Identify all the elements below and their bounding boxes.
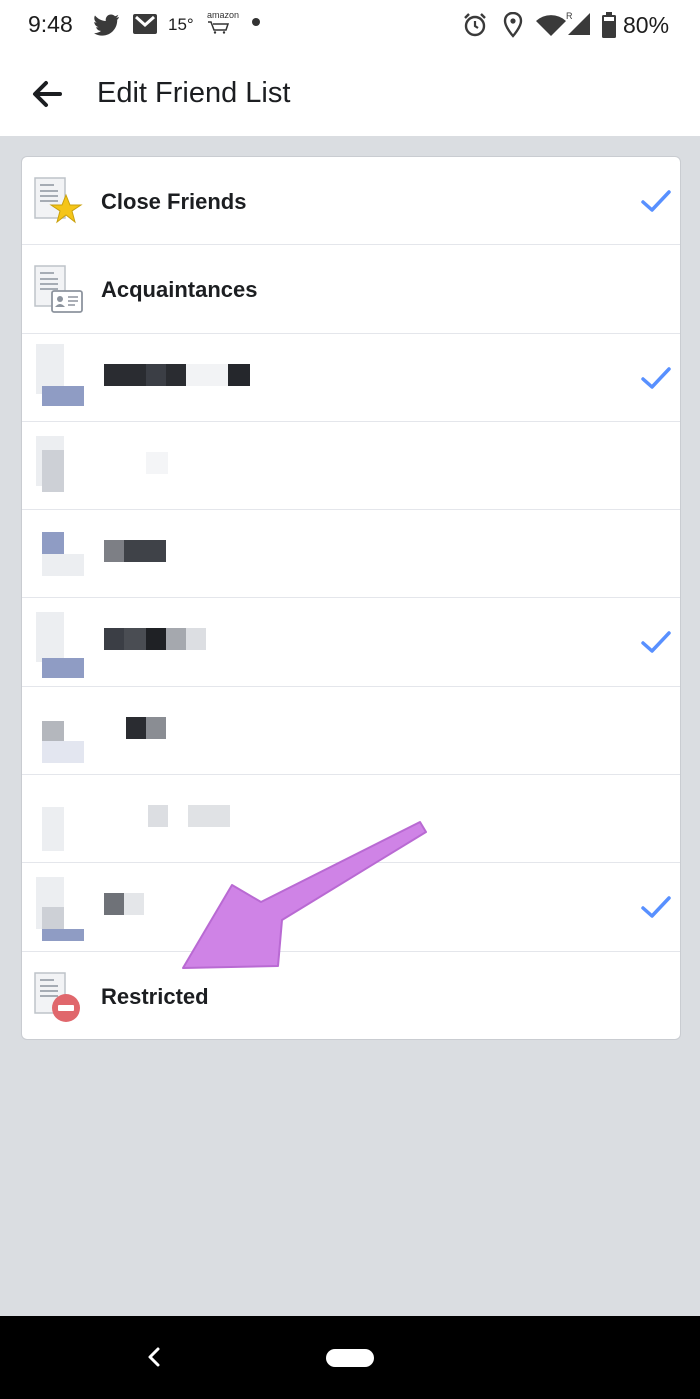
nav-home-pill[interactable] — [326, 1349, 374, 1367]
wifi-icon — [536, 15, 566, 36]
redacted-label — [126, 716, 166, 739]
checkmark-icon — [641, 366, 671, 389]
location-icon — [503, 12, 523, 38]
list-item-label: Restricted — [101, 983, 209, 1009]
list-item-redacted[interactable] — [22, 510, 680, 599]
list-icon — [42, 532, 64, 555]
battery-percent: 80% — [623, 12, 670, 38]
gmail-icon — [133, 14, 157, 34]
nav-back-icon[interactable] — [140, 1340, 168, 1374]
status-time: 9:48 — [28, 11, 73, 37]
list-item-restricted[interactable]: Restricted — [22, 952, 680, 1039]
list-icon — [36, 612, 64, 663]
redacted-label — [104, 363, 250, 386]
status-bar: 9:48 15° amazon R 80% — [0, 0, 700, 52]
checkmark-icon — [641, 190, 671, 212]
redacted-label — [104, 628, 206, 651]
list-item-redacted[interactable] — [22, 334, 680, 422]
redacted-label — [104, 540, 166, 563]
twitter-icon — [94, 14, 119, 36]
checkmark-icon — [641, 896, 671, 919]
redacted-label — [146, 451, 168, 474]
close-friends-star-icon — [34, 177, 83, 224]
list-item-close-friends[interactable]: Close Friends — [22, 157, 680, 246]
alarm-icon — [464, 13, 486, 37]
app-bar: Edit Friend List — [0, 52, 700, 136]
redacted-label — [148, 805, 230, 828]
system-nav-bar — [0, 1316, 700, 1399]
list-icon — [42, 720, 64, 741]
list-item-redacted[interactable] — [22, 775, 680, 864]
list-item-acquaintances[interactable]: Acquaintances — [22, 245, 680, 334]
list-item-redacted[interactable] — [22, 422, 680, 511]
friend-list-card: Close Friends Acquaintances Restricted — [21, 156, 681, 1040]
acquaintances-card-icon — [34, 265, 83, 314]
redacted-label — [104, 893, 144, 916]
back-button[interactable] — [26, 74, 70, 114]
list-item-redacted[interactable] — [22, 687, 680, 776]
list-item-label: Close Friends — [101, 189, 247, 214]
battery-icon — [602, 12, 616, 38]
notification-dot — [252, 18, 260, 26]
list-item-redacted[interactable] — [22, 598, 680, 687]
restricted-icon — [34, 971, 80, 1022]
checkmark-icon — [641, 631, 671, 654]
list-item-label: Acquaintances — [101, 277, 258, 303]
signal-icon: R — [566, 11, 590, 35]
svg-text:R: R — [566, 11, 573, 21]
amazon-icon: amazon — [207, 10, 239, 36]
page-title: Edit Friend List — [97, 77, 291, 109]
list-icon — [42, 807, 64, 852]
status-temperature: 15° — [168, 15, 194, 34]
arrow-left-icon — [33, 81, 62, 107]
list-item-redacted[interactable] — [22, 863, 680, 952]
